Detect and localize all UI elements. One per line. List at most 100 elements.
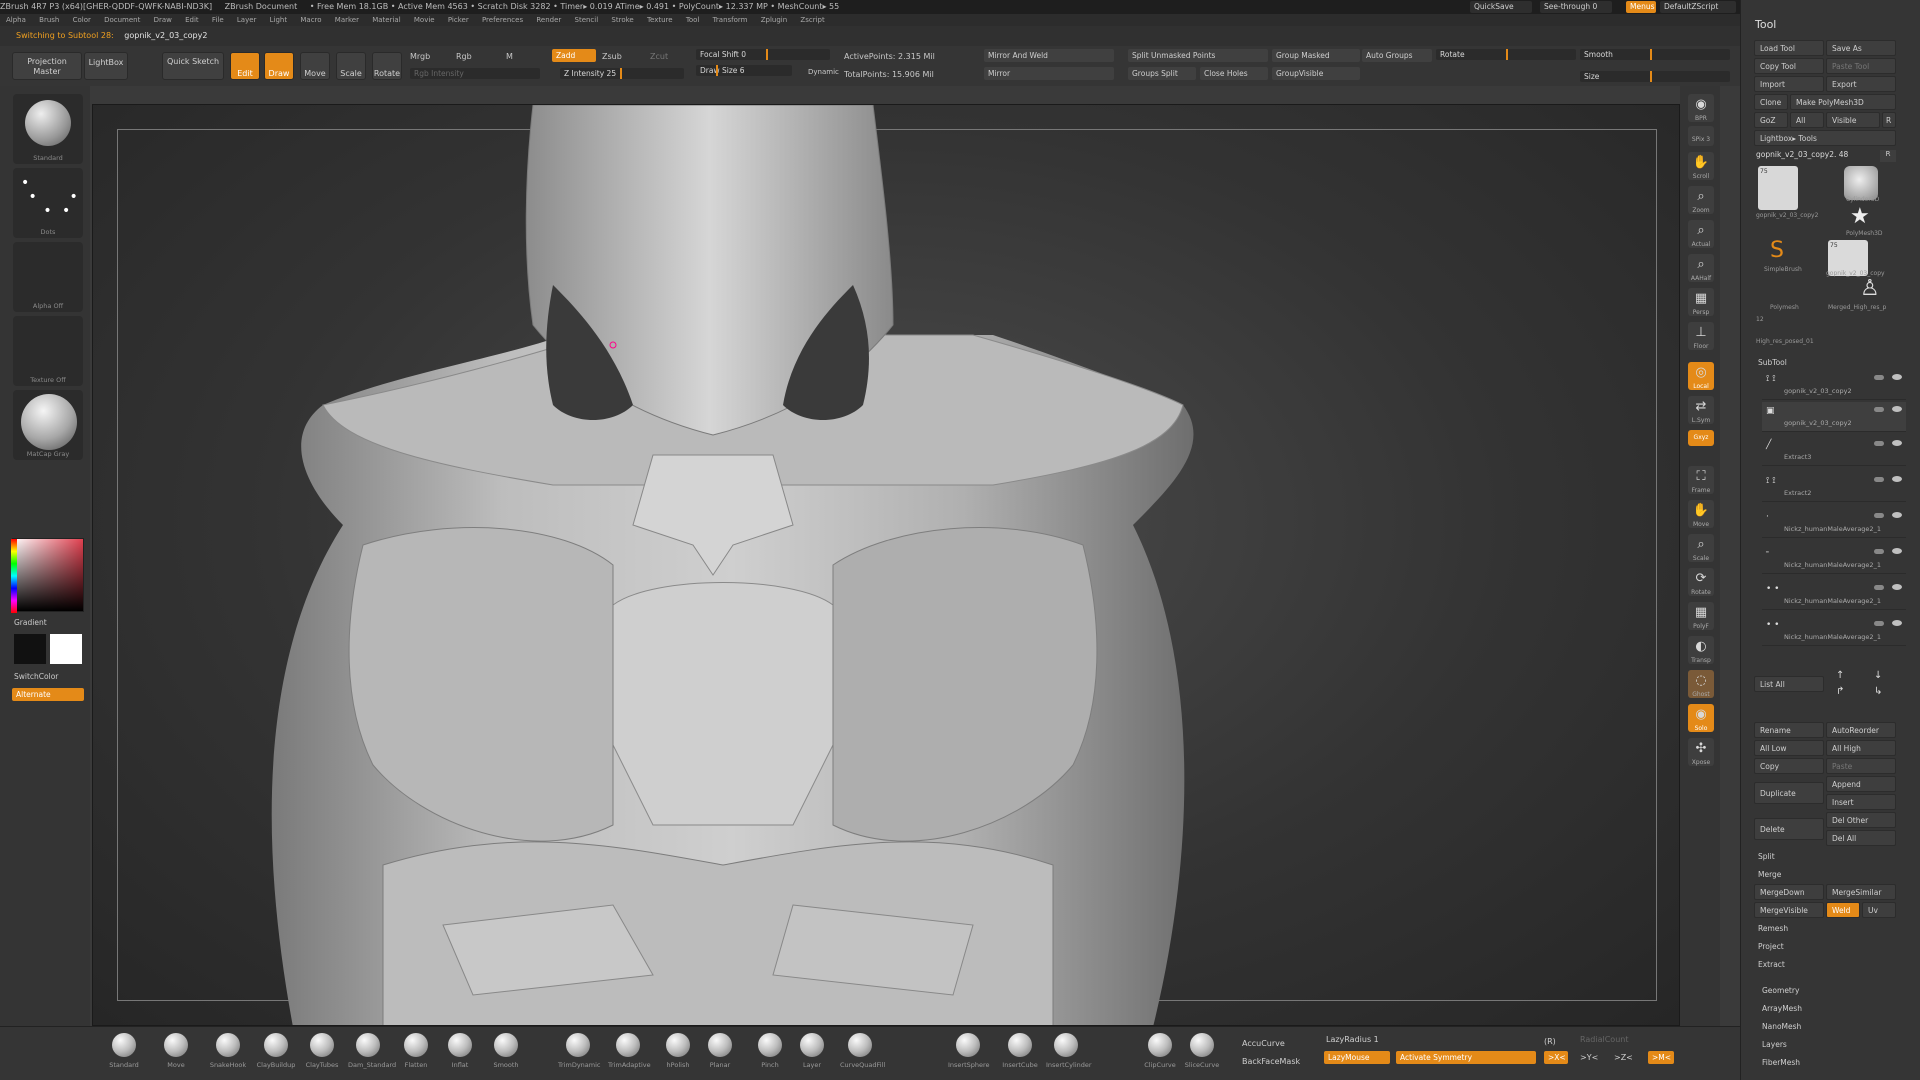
menu-transform[interactable]: Transform bbox=[713, 16, 748, 24]
menus-button[interactable]: Menus bbox=[1626, 1, 1656, 13]
insert-button[interactable]: Insert bbox=[1826, 794, 1896, 810]
lsym-button[interactable]: ⇄ L.Sym bbox=[1688, 396, 1714, 424]
subtool-row[interactable]: · Nickz_humanMaleAverage2_1 bbox=[1762, 508, 1906, 538]
texture-picker[interactable]: Texture Off bbox=[13, 316, 83, 386]
solo-button[interactable]: ◉ Solo bbox=[1688, 704, 1714, 732]
eye-icon[interactable] bbox=[1892, 584, 1902, 590]
menu-alpha[interactable]: Alpha bbox=[6, 16, 26, 24]
backfacemask-toggle[interactable]: BackFaceMask bbox=[1242, 1057, 1300, 1066]
quicksave-button[interactable]: QuickSave bbox=[1470, 1, 1532, 13]
ghost-button[interactable]: ◌ Ghost bbox=[1688, 670, 1714, 698]
scale-mode-button[interactable]: Scale bbox=[336, 52, 366, 80]
primary-color-swatch[interactable] bbox=[50, 634, 82, 664]
alpha-picker[interactable]: Alpha Off bbox=[13, 242, 83, 312]
menu-light[interactable]: Light bbox=[270, 16, 287, 24]
geometry-section[interactable]: Geometry bbox=[1762, 986, 1799, 995]
brush-insertcube[interactable]: InsertCube bbox=[1000, 1033, 1040, 1079]
rgb-toggle[interactable]: Rgb bbox=[456, 52, 472, 61]
group-visible-button[interactable]: GroupVisible bbox=[1272, 67, 1360, 80]
lightbox-tools-button[interactable]: Lightbox▸ Tools bbox=[1754, 130, 1896, 146]
menu-draw[interactable]: Draw bbox=[154, 16, 172, 24]
save-as-button[interactable]: Save As bbox=[1826, 40, 1896, 56]
brush-claytubes[interactable]: ClayTubes bbox=[302, 1033, 342, 1079]
scale-view-button[interactable]: ⌕ Scale bbox=[1688, 534, 1714, 562]
split-section[interactable]: Split bbox=[1758, 852, 1775, 861]
remesh-section[interactable]: Remesh bbox=[1758, 924, 1788, 933]
symmetry-y-toggle[interactable]: >Y< bbox=[1580, 1053, 1598, 1062]
menu-file[interactable]: File bbox=[212, 16, 224, 24]
brush-inflat[interactable]: Inflat bbox=[440, 1033, 480, 1079]
close-holes-button[interactable]: Close Holes bbox=[1200, 67, 1268, 80]
paste-tool-button[interactable]: Paste Tool bbox=[1826, 58, 1896, 74]
brush-pinch[interactable]: Pinch bbox=[750, 1033, 790, 1079]
menu-picker[interactable]: Picker bbox=[448, 16, 469, 24]
floor-button[interactable]: ⊥ Floor bbox=[1688, 322, 1714, 350]
lightbox-button[interactable]: LightBox bbox=[84, 52, 128, 80]
zcut-toggle[interactable]: Zcut bbox=[650, 52, 668, 61]
polyframe-button[interactable]: ▦ PolyF bbox=[1688, 602, 1714, 630]
duplicate-button[interactable]: Duplicate bbox=[1754, 782, 1824, 804]
subtool-toggle[interactable] bbox=[1874, 375, 1884, 380]
tool-thumb-label-6[interactable]: Merged_High_res_p bbox=[1828, 304, 1886, 311]
quick-sketch-button[interactable]: Quick Sketch bbox=[162, 52, 224, 80]
menu-movie[interactable]: Movie bbox=[414, 16, 435, 24]
switch-color-button[interactable]: SwitchColor bbox=[14, 672, 58, 681]
eye-icon[interactable] bbox=[1892, 476, 1902, 482]
subtool-row[interactable]: ╱ Extract3 bbox=[1762, 436, 1906, 466]
brush-standard[interactable]: Standard bbox=[104, 1033, 144, 1079]
menu-zscript[interactable]: Zscript bbox=[800, 16, 824, 24]
menu-edit[interactable]: Edit bbox=[185, 16, 199, 24]
copy-tool-button[interactable]: Copy Tool bbox=[1754, 58, 1824, 74]
load-tool-button[interactable]: Load Tool bbox=[1754, 40, 1824, 56]
tool-panel-title[interactable]: Tool bbox=[1755, 18, 1776, 31]
goz-visible-button[interactable]: Visible bbox=[1826, 112, 1880, 128]
menu-preferences[interactable]: Preferences bbox=[482, 16, 523, 24]
subtool-toggle[interactable] bbox=[1874, 441, 1884, 446]
subtool-header[interactable]: SubTool bbox=[1758, 358, 1787, 367]
weld-toggle[interactable]: Weld bbox=[1826, 902, 1860, 918]
scroll-button[interactable]: ✋ Scroll bbox=[1688, 152, 1714, 180]
menu-render[interactable]: Render bbox=[536, 16, 561, 24]
hue-strip[interactable] bbox=[11, 539, 17, 613]
accucurve-toggle[interactable]: AccuCurve bbox=[1242, 1039, 1285, 1048]
menu-document[interactable]: Document bbox=[104, 16, 140, 24]
menu-tool[interactable]: Tool bbox=[686, 16, 700, 24]
del-all-button[interactable]: Del All bbox=[1826, 830, 1896, 846]
subtool-row[interactable]: ⟟ ⟟ gopnik_v2_03_copy2 bbox=[1762, 370, 1906, 400]
eye-icon[interactable] bbox=[1892, 548, 1902, 554]
brush-trimadaptive[interactable]: TrimAdaptive bbox=[608, 1033, 651, 1079]
arrow-move-up-icon[interactable]: ↱ bbox=[1836, 686, 1844, 697]
menu-stroke[interactable]: Stroke bbox=[611, 16, 633, 24]
eye-icon[interactable] bbox=[1892, 512, 1902, 518]
aahalf-button[interactable]: ⌕ AAHalf bbox=[1688, 254, 1714, 282]
goz-all-button[interactable]: All bbox=[1790, 112, 1824, 128]
zadd-toggle[interactable]: Zadd bbox=[552, 49, 596, 62]
symmetry-x-toggle[interactable]: >X< bbox=[1544, 1051, 1568, 1064]
import-button[interactable]: Import bbox=[1754, 76, 1824, 92]
canvas-viewport[interactable] bbox=[92, 104, 1680, 1026]
current-tool-r-button[interactable]: R bbox=[1880, 150, 1896, 162]
mirror-button[interactable]: Mirror bbox=[984, 67, 1114, 80]
cylinder3d-thumb[interactable] bbox=[1844, 166, 1878, 200]
menu-marker[interactable]: Marker bbox=[335, 16, 359, 24]
subtool-toggle[interactable] bbox=[1874, 407, 1884, 412]
draw-mode-button[interactable]: Draw bbox=[264, 52, 294, 80]
brush-smooth[interactable]: Smooth bbox=[486, 1033, 526, 1079]
brush-move[interactable]: Move bbox=[156, 1033, 196, 1079]
rotate-mode-button[interactable]: Rotate bbox=[372, 52, 402, 80]
brush-insertsphere[interactable]: InsertSphere bbox=[948, 1033, 990, 1079]
brush-dam-standard[interactable]: Dam_Standard bbox=[348, 1033, 396, 1079]
m-toggle[interactable]: M bbox=[506, 52, 513, 61]
arrow-move-down-icon[interactable]: ↳ bbox=[1874, 686, 1882, 697]
brush-hpolish[interactable]: hPolish bbox=[658, 1033, 698, 1079]
brush-clipcurve[interactable]: ClipCurve bbox=[1140, 1033, 1180, 1079]
export-button[interactable]: Export bbox=[1826, 76, 1896, 92]
alternate-button[interactable]: Alternate bbox=[12, 688, 84, 701]
brush-flatten[interactable]: Flatten bbox=[396, 1033, 436, 1079]
menu-material[interactable]: Material bbox=[372, 16, 400, 24]
brush-insertcylinder[interactable]: InsertCylinder bbox=[1046, 1033, 1092, 1079]
brush-trimdynamic[interactable]: TrimDynamic bbox=[558, 1033, 601, 1079]
del-other-button[interactable]: Del Other bbox=[1826, 812, 1896, 828]
subtool-toggle[interactable] bbox=[1874, 621, 1884, 626]
brush-slicecurve[interactable]: SliceCurve bbox=[1182, 1033, 1222, 1079]
